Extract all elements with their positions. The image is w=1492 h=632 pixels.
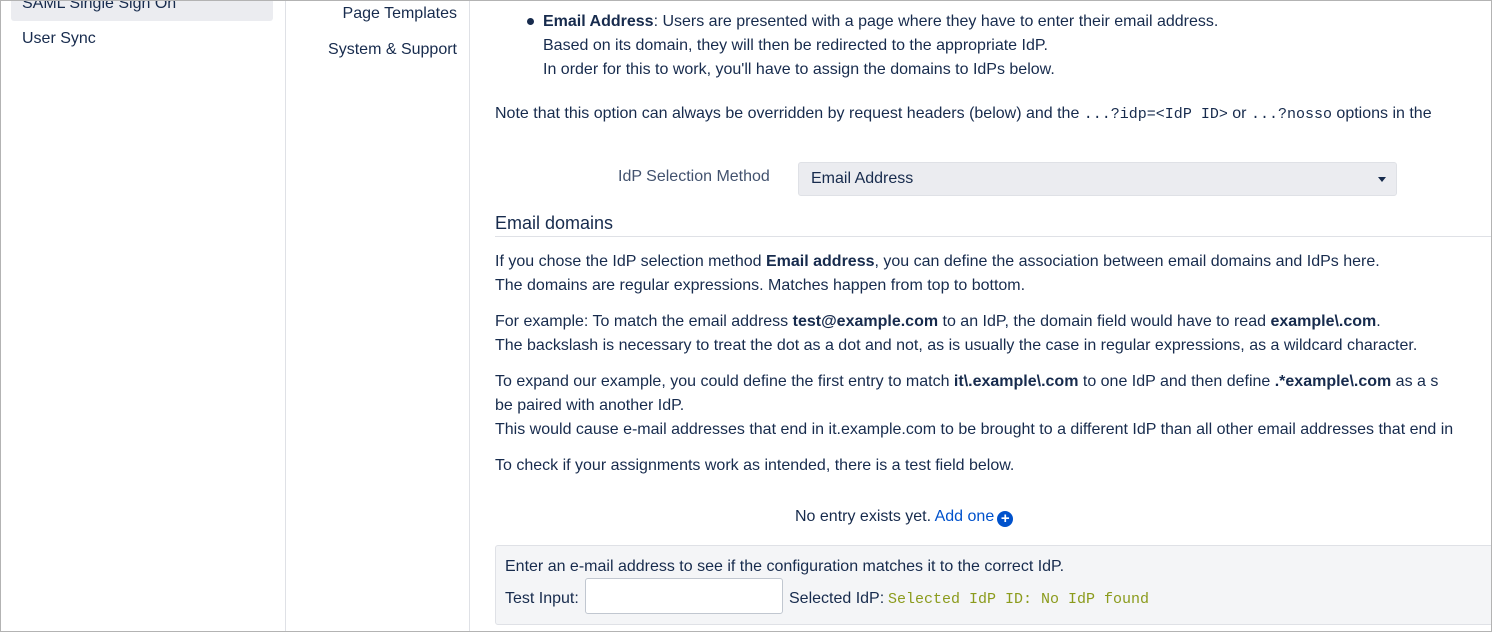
- select-value: Email Address: [811, 170, 914, 187]
- sidebar-item-user-sync[interactable]: User Sync: [11, 22, 273, 56]
- selected-idp-value: Selected IdP ID: No IdP found: [888, 591, 1150, 608]
- text: The domains are regular expressions. Mat…: [495, 277, 1026, 294]
- text: to an IdP, the domain field would have t…: [938, 313, 1271, 330]
- text: , you can define the association between…: [874, 253, 1380, 270]
- test-instructions: Enter an e-mail address to see if the co…: [505, 558, 1065, 575]
- bold-text: .*example\.com: [1274, 373, 1392, 390]
- option-text-line2: Based on its domain, they will then be r…: [543, 37, 1048, 54]
- sub-navigation: Page Templates System & Support: [286, 1, 470, 631]
- email-domains-paragraph-4: To check if your assignments work as int…: [495, 457, 1015, 474]
- subnav-item-page-templates[interactable]: Page Templates: [343, 5, 457, 23]
- idp-selection-method-label: IdP Selection Method: [618, 168, 770, 185]
- note-text: Note that this option can always be over…: [495, 105, 1084, 122]
- email-domains-paragraph-2: For example: To match the email address …: [495, 310, 1417, 358]
- option-title: Email Address: [543, 13, 654, 30]
- text: as a s: [1391, 373, 1439, 390]
- add-one-link[interactable]: Add one: [935, 508, 995, 525]
- note-text-end: options in the: [1331, 105, 1432, 122]
- add-circle-icon[interactable]: +: [997, 511, 1014, 527]
- text: For example: To match the email address: [495, 313, 793, 330]
- empty-state: No entry exists yet. Add one +: [795, 508, 1014, 527]
- option-text: : Users are presented with a page where …: [653, 13, 1219, 30]
- test-input-field[interactable]: [585, 578, 783, 614]
- option-text-line3: In order for this to work, you'll have t…: [543, 61, 1055, 78]
- note-text-or: or: [1227, 105, 1251, 122]
- email-address-option-description: Email Address: Users are presented with …: [543, 10, 1218, 82]
- email-domains-paragraph-1: If you chose the IdP selection method Em…: [495, 250, 1380, 298]
- idp-selection-method-select[interactable]: Email Address: [798, 162, 1397, 196]
- email-domains-paragraph-3: To expand our example, you could define …: [495, 370, 1453, 442]
- test-panel: Enter an e-mail address to see if the co…: [495, 545, 1491, 625]
- chevron-down-icon: [1378, 177, 1386, 182]
- sidebar-item-label: SAML Single Sign On: [22, 0, 177, 12]
- idp-param-code: ...?idp=<IdP ID>: [1083, 106, 1228, 123]
- text: To expand our example, you could define …: [495, 373, 954, 390]
- text: be paired with another IdP.: [495, 397, 685, 414]
- empty-state-text: No entry exists yet.: [795, 508, 935, 525]
- test-input-label: Test Input:: [505, 590, 579, 607]
- window-frame: SAML Single Sign On User Sync Page Templ…: [0, 0, 1492, 632]
- sidebar-item-label: User Sync: [22, 30, 96, 47]
- main-content: Email Address: Users are presented with …: [495, 1, 1491, 631]
- override-note: Note that this option can always be over…: [495, 105, 1432, 123]
- bold-text: test@example.com: [792, 313, 939, 330]
- text: The backslash is necessary to treat the …: [495, 337, 1418, 354]
- selected-idp-label: Selected IdP:: [789, 590, 885, 607]
- sidebar-item-saml-sso[interactable]: SAML Single Sign On: [11, 0, 273, 21]
- bold-text: Email address: [765, 253, 875, 270]
- bold-text: example\.com: [1270, 313, 1377, 330]
- subnav-item-system-support[interactable]: System & Support: [328, 41, 457, 59]
- email-domains-heading: Email domains: [495, 213, 614, 233]
- text: If you chose the IdP selection method: [495, 253, 766, 270]
- bold-text: it\.example\.com: [953, 373, 1079, 390]
- text: This would cause e-mail addresses that e…: [495, 421, 1454, 438]
- text: .: [1376, 313, 1381, 330]
- section-divider: [495, 236, 1491, 237]
- text: to one IdP and then define: [1078, 373, 1275, 390]
- bullet-point-icon: [527, 18, 534, 25]
- nosso-param-code: ...?nosso: [1250, 106, 1332, 123]
- sidebar: SAML Single Sign On User Sync: [1, 1, 286, 631]
